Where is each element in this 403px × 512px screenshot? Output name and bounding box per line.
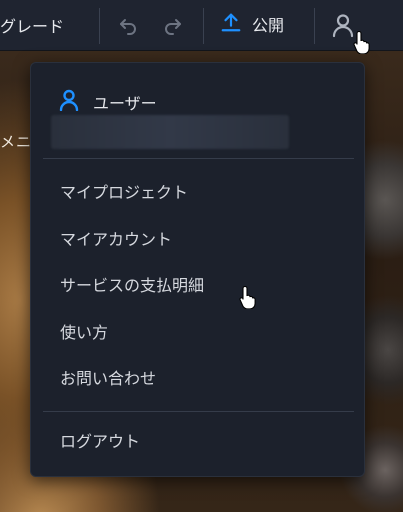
user-icon xyxy=(59,89,79,115)
background-partial-text: メニ xyxy=(0,133,33,151)
menu-divider xyxy=(43,158,354,159)
menu-item-how-to-use[interactable]: 使い方 xyxy=(31,315,364,351)
menu-item-billing[interactable]: サービスの支払明細 xyxy=(31,268,364,304)
menu-item-my-account[interactable]: マイアカウント xyxy=(31,222,364,258)
menu-user-header: ユーザー xyxy=(59,89,157,115)
hand-cursor-icon xyxy=(353,30,371,55)
menu-item-logout[interactable]: ログアウト xyxy=(31,424,364,460)
top-toolbar: グレード 公開 xyxy=(0,0,403,55)
toolbar-divider xyxy=(203,8,204,44)
redo-icon[interactable] xyxy=(161,12,185,36)
hand-cursor-icon xyxy=(239,285,257,310)
user-dropdown-menu: ユーザー マイプロジェクト マイアカウント サービスの支払明細 使い方 お問い合… xyxy=(30,62,365,477)
toolbar-divider xyxy=(99,8,100,44)
user-label: ユーザー xyxy=(93,94,157,113)
undo-icon[interactable] xyxy=(116,12,140,36)
toolbar-divider xyxy=(314,8,315,44)
publish-button[interactable]: 公開 xyxy=(220,12,284,36)
menu-divider xyxy=(43,411,354,412)
redacted-user-info xyxy=(51,115,289,149)
upgrade-button[interactable]: グレード xyxy=(0,13,64,37)
menu-item-my-projects[interactable]: マイプロジェクト xyxy=(31,175,364,211)
menu-item-contact[interactable]: お問い合わせ xyxy=(31,361,364,397)
upload-icon xyxy=(220,11,242,37)
publish-label: 公開 xyxy=(252,16,285,35)
